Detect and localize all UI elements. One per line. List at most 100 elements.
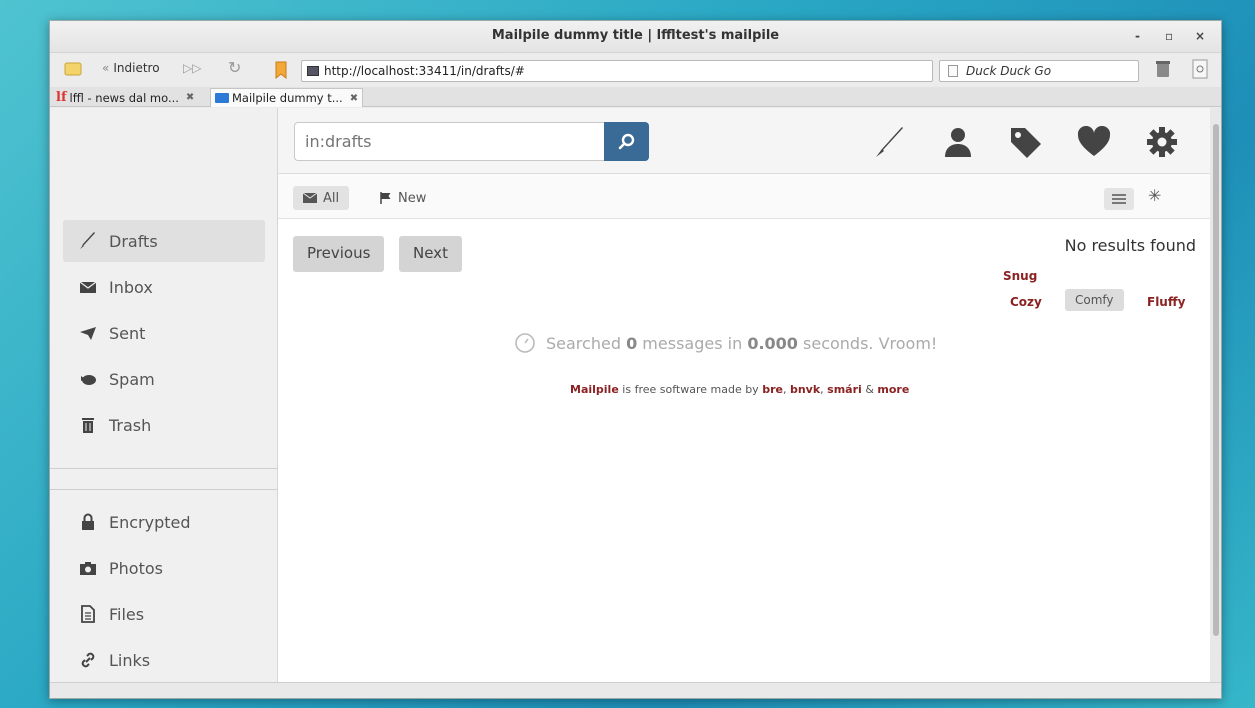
trash-can-icon[interactable] — [1154, 59, 1172, 79]
sidebar-item-files[interactable]: Files — [63, 593, 265, 635]
search-stats: Searched 0 messages in 0.000 seconds. Vr… — [514, 332, 937, 354]
search-icon — [618, 133, 634, 149]
sidebar-item-label: Trash — [109, 415, 152, 435]
message-list-area: Previous Next No results found Snug Cozy… — [278, 219, 1210, 682]
no-results-text: No results found — [1064, 236, 1196, 255]
contacts-icon[interactable] — [938, 124, 978, 160]
lock-icon — [82, 513, 94, 530]
sidebar-item-drafts[interactable]: Drafts — [63, 220, 265, 262]
mail-search-input[interactable] — [294, 122, 604, 161]
envelope-icon — [79, 281, 97, 293]
sidebar-item-label: Links — [109, 650, 151, 670]
envelope-icon — [303, 193, 317, 203]
more-link[interactable]: more — [877, 383, 909, 396]
sidebar-item-label: Inbox — [109, 277, 153, 297]
density-cozy[interactable]: Cozy — [1010, 295, 1042, 309]
sidebar-item-label: Spam — [109, 369, 155, 389]
sidebar-item-label: Encrypted — [109, 512, 191, 532]
sidebar-item-spam[interactable]: Spam — [63, 358, 265, 400]
credits-comma: , — [782, 383, 787, 396]
filter-all[interactable]: All — [293, 186, 350, 210]
heart-icon[interactable] — [1074, 124, 1114, 160]
search-engine-icon — [948, 65, 958, 77]
maximize-button[interactable]: ▫ — [1165, 29, 1173, 43]
sidebar-item-trash[interactable]: Trash — [63, 404, 265, 446]
searched-middle: messages in — [642, 333, 743, 353]
density-fluffy[interactable]: Fluffy — [1147, 295, 1185, 309]
mailpile-topbar — [50, 108, 1210, 174]
url-bar[interactable]: http://localhost:33411/in/drafts/# — [301, 60, 933, 82]
credits-comma: , — [820, 383, 824, 396]
sidebar-item-inbox[interactable]: Inbox — [63, 266, 265, 308]
reload-icon[interactable]: ↻ — [228, 58, 241, 77]
author-link-bnvk[interactable]: bnvk — [790, 383, 820, 396]
next-button[interactable]: Next — [399, 236, 462, 272]
select-mode-icon[interactable]: ✳ — [1148, 186, 1161, 205]
window-title: Mailpile dummy title | lffltest's mailpi… — [491, 28, 780, 43]
sidebar: Drafts Inbox Sent Spam Trash Encrypted P… — [50, 174, 278, 682]
searched-prefix: Searched — [546, 333, 621, 353]
page-search-icon[interactable] — [1192, 59, 1208, 79]
previous-button[interactable]: Previous — [293, 236, 385, 272]
sidebar-item-label: Photos — [109, 558, 163, 578]
spam-icon — [81, 375, 96, 385]
trash-icon — [82, 418, 94, 433]
list-view-button[interactable] — [1104, 188, 1134, 210]
tab-label: Mailpile dummy t... — [232, 91, 343, 105]
search-engine-label: Duck Duck Go — [966, 64, 1052, 78]
sidebar-divider — [50, 468, 278, 469]
topbar-left-cap — [50, 108, 278, 174]
lffl-logo-icon: lf — [56, 90, 67, 105]
minimize-button[interactable]: - — [1135, 29, 1140, 43]
credits-text: is free software made by — [622, 383, 759, 396]
sidebar-item-sent[interactable]: Sent — [63, 312, 265, 354]
status-bar — [50, 682, 1221, 698]
tab-mailpile[interactable]: Mailpile dummy t... ✖ — [210, 88, 364, 107]
paper-plane-icon — [80, 327, 96, 340]
filter-new[interactable]: New — [370, 186, 436, 210]
credits-line: Mailpile is free software made by bre, b… — [570, 383, 909, 396]
mail-favicon-icon — [215, 93, 229, 103]
density-snug[interactable]: Snug — [1003, 269, 1037, 283]
compose-icon[interactable] — [870, 124, 910, 160]
close-button[interactable]: × — [1195, 29, 1205, 43]
mailpile-link[interactable]: Mailpile — [570, 383, 619, 396]
sidebar-item-label: Files — [109, 604, 145, 624]
browser-window: Mailpile dummy title | lffltest's mailpi… — [49, 20, 1222, 699]
forward-button[interactable]: ▷▷ — [183, 61, 201, 75]
tab-lffl[interactable]: lf lffl - news dal mo... ✖ — [52, 88, 198, 107]
camera-icon — [80, 562, 96, 575]
sidebar-item-links[interactable]: Links — [63, 639, 265, 681]
titlebar: Mailpile dummy title | lffltest's mailpi… — [50, 21, 1221, 53]
back-arrow-icon: « — [102, 61, 110, 75]
scrollbar-thumb[interactable] — [1213, 124, 1219, 636]
searched-seconds: 0.000 — [747, 333, 798, 353]
file-icon — [81, 605, 95, 623]
author-link-smari[interactable]: smári — [827, 383, 862, 396]
density-comfy[interactable]: Comfy — [1065, 289, 1124, 311]
filter-new-label: New — [398, 190, 427, 206]
back-label: Indietro — [113, 61, 160, 75]
page-scrollbar[interactable] — [1210, 108, 1221, 682]
sidebar-item-label: Drafts — [109, 231, 158, 251]
sidebar-item-encrypted[interactable]: Encrypted — [63, 501, 265, 543]
settings-icon[interactable] — [1142, 124, 1182, 160]
url-text: http://localhost:33411/in/drafts/# — [324, 64, 525, 78]
tab-close-icon[interactable]: ✖ — [186, 92, 194, 103]
tab-strip: lf lffl - news dal mo... ✖ Mailpile dumm… — [50, 87, 1221, 107]
page-content: Drafts Inbox Sent Spam Trash — [50, 108, 1210, 682]
author-link-bre[interactable]: bre — [762, 383, 783, 396]
pen-icon — [80, 232, 95, 249]
browser-toolbar: « Indietro ▷▷ ↻ http://localhost:33411/i… — [50, 53, 1221, 87]
tab-label: lffl - news dal mo... — [69, 90, 179, 105]
flag-icon — [380, 192, 391, 204]
sidebar-item-label: Sent — [109, 323, 146, 343]
tags-icon[interactable] — [1006, 124, 1046, 160]
tab-close-icon[interactable]: ✖ — [350, 93, 358, 104]
back-button[interactable]: « Indietro — [102, 61, 160, 75]
bookmarks-icon[interactable] — [274, 61, 288, 79]
bookmark-star-icon[interactable] — [64, 61, 82, 77]
web-search-bar[interactable]: Duck Duck Go — [939, 60, 1139, 82]
sidebar-item-photos[interactable]: Photos — [63, 547, 265, 589]
search-button[interactable] — [604, 122, 649, 161]
